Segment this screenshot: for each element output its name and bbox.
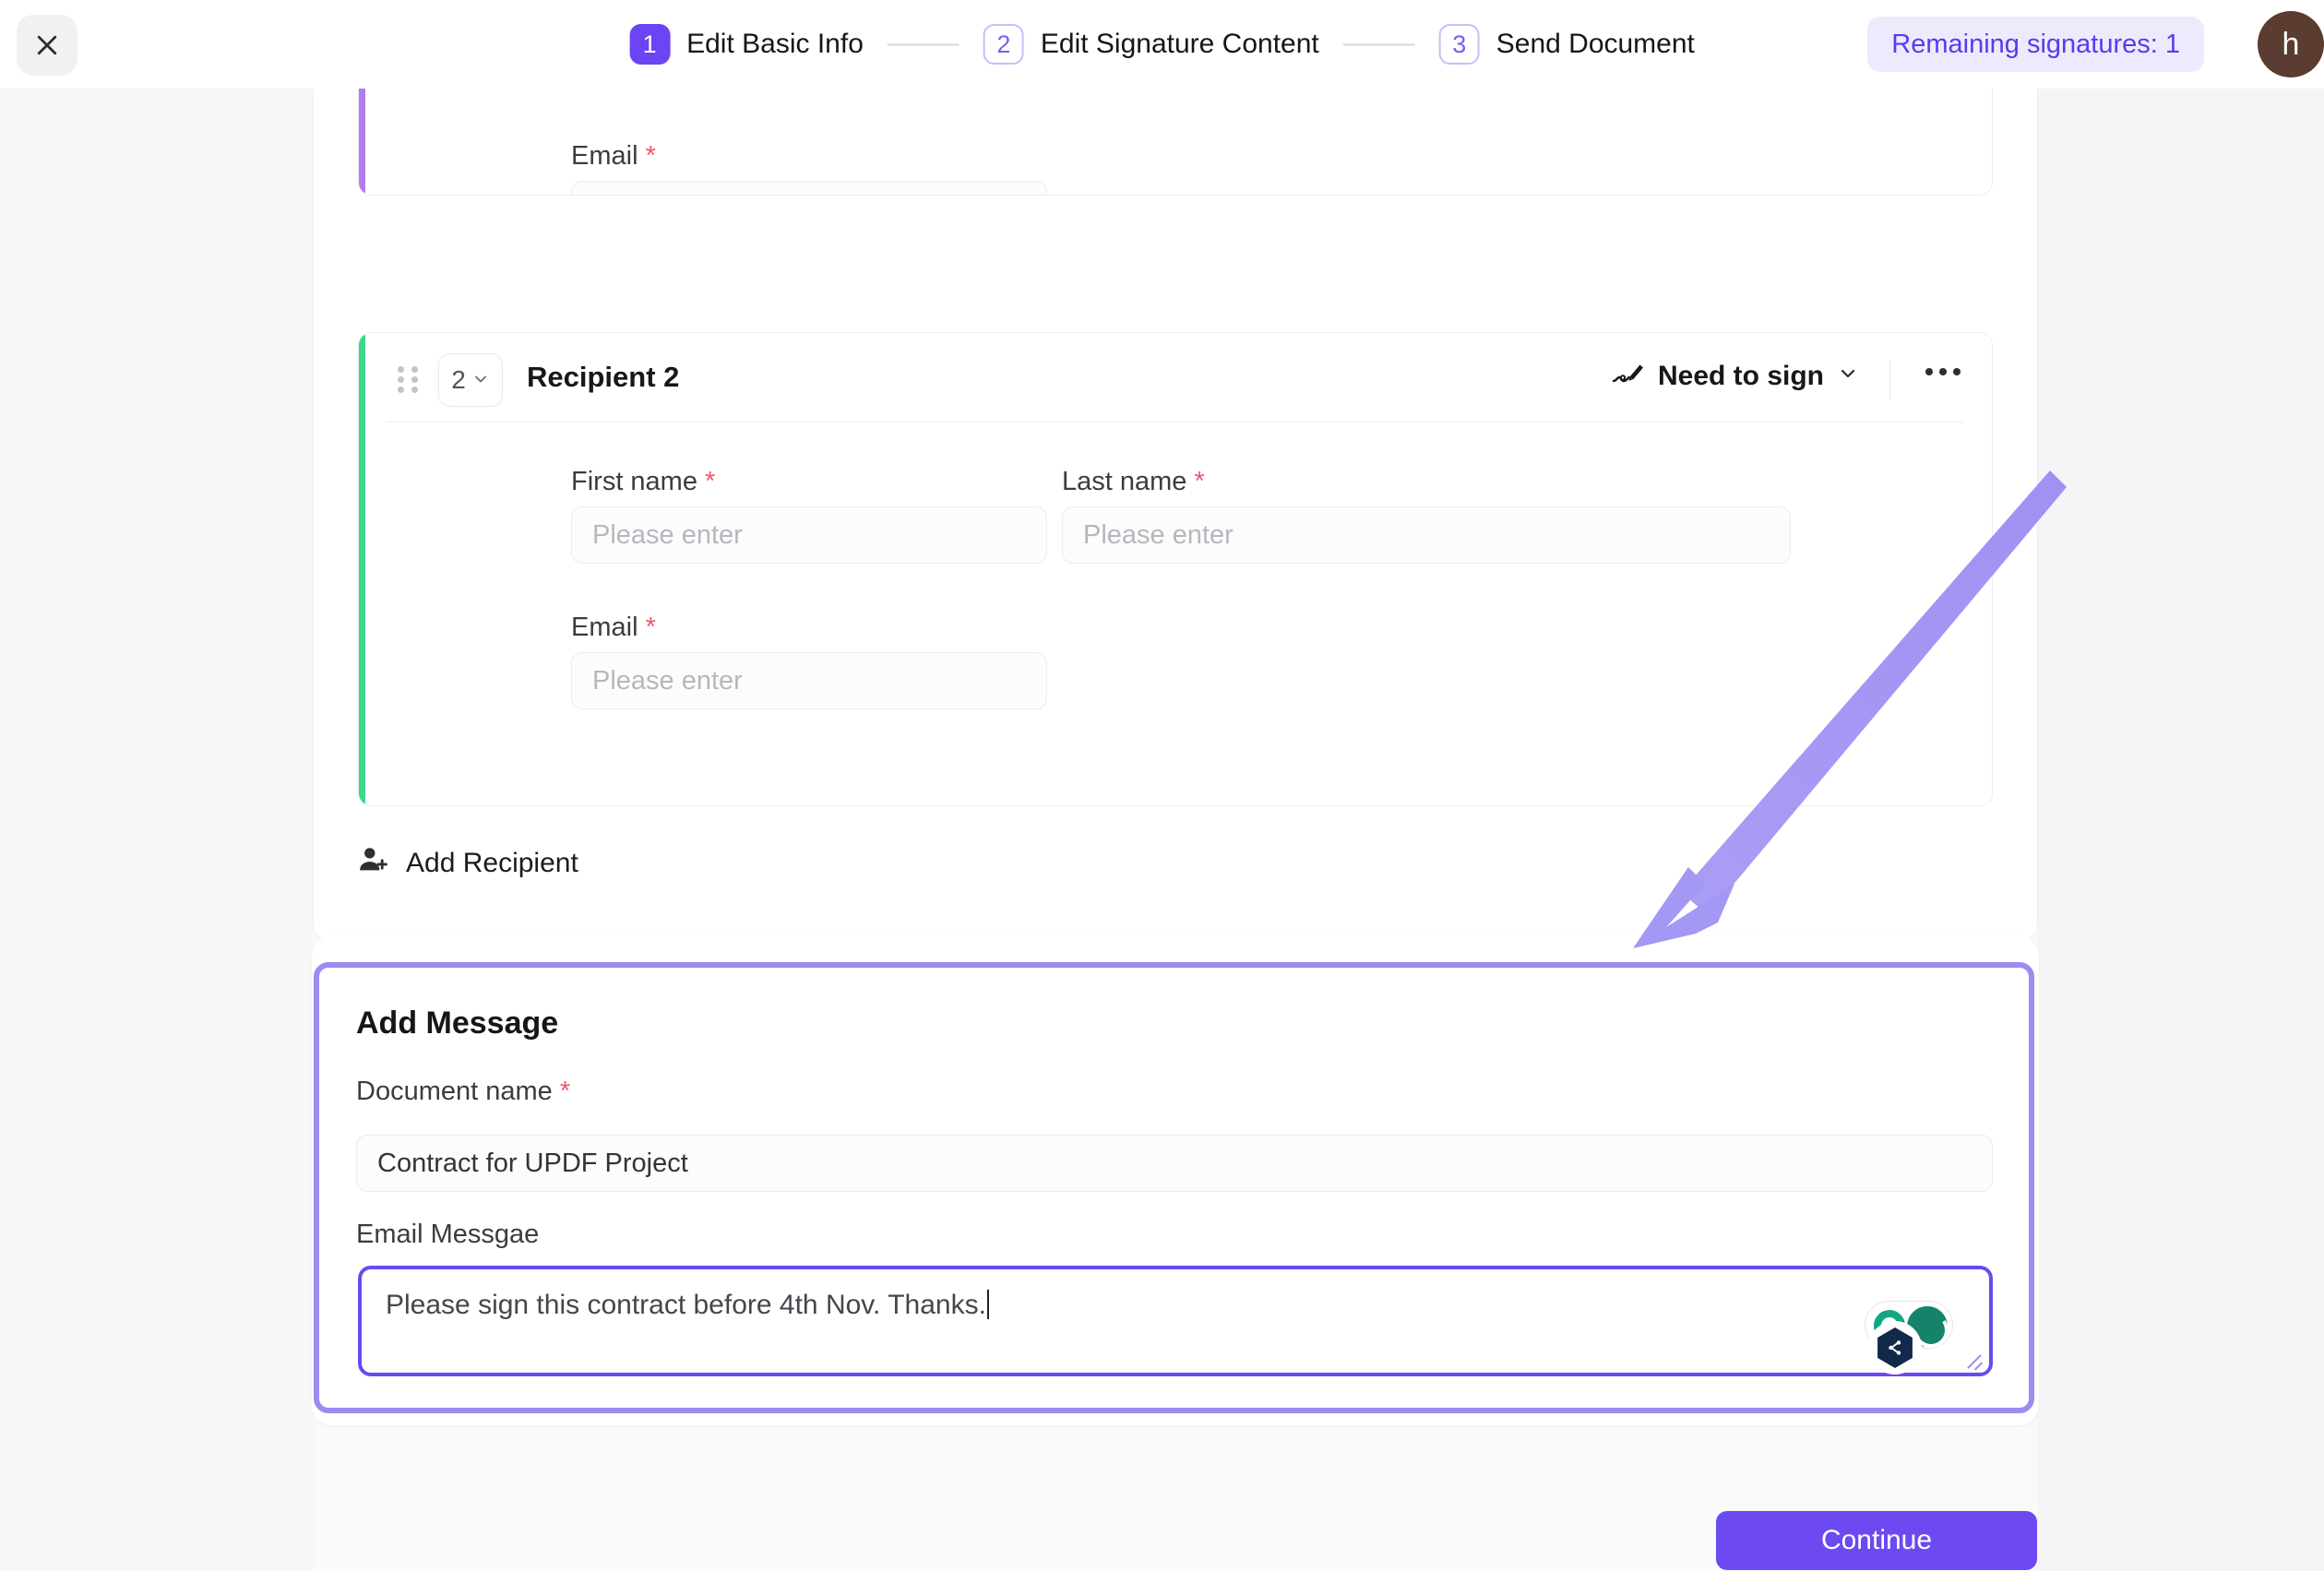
user-plus-icon	[358, 844, 389, 883]
wizard-stepper: 1 Edit Basic Info 2 Edit Signature Conte…	[629, 0, 1695, 89]
required-asterisk: *	[559, 1077, 571, 1106]
add-recipient-button[interactable]: Add Recipient	[358, 844, 578, 883]
recipient-2-header: 2 Recipient 2 Need to sign	[359, 333, 1992, 422]
add-message-title: Add Message	[356, 1006, 559, 1041]
wizard-step-2[interactable]: 2 Edit Signature Content	[983, 24, 1319, 65]
drag-handle-icon[interactable]	[398, 366, 418, 394]
step-2-label: Edit Signature Content	[1040, 29, 1319, 59]
recipient-2-block: 2 Recipient 2 Need to sign First name * …	[358, 332, 1993, 806]
textarea-resize-handle[interactable]	[1963, 1347, 1984, 1367]
recipient-2-email-input[interactable]: Please enter	[571, 652, 1047, 709]
recipient-1-email-label: Email *	[571, 141, 656, 171]
step-separator-2	[1342, 42, 1415, 46]
recipient-2-role-select[interactable]: Need to sign	[1612, 359, 1859, 394]
recipients-card: Email * rachel@updf.com 2	[314, 0, 2037, 943]
recipient-2-order-value: 2	[451, 365, 466, 394]
required-asterisk: *	[645, 613, 656, 642]
document-name-label: Document name *	[356, 1077, 571, 1106]
recipient-2-first-name-label: First name *	[571, 467, 716, 496]
required-asterisk: *	[645, 141, 656, 171]
wizard-header: 1 Edit Basic Info 2 Edit Signature Conte…	[0, 0, 2324, 89]
step-separator-1	[887, 42, 959, 46]
continue-button[interactable]: Continue	[1716, 1511, 2037, 1570]
recipient-2-last-name-label: Last name *	[1062, 467, 1205, 496]
avatar[interactable]: h	[2258, 11, 2324, 77]
close-button[interactable]	[17, 15, 77, 76]
chevron-down-icon	[1837, 361, 1859, 392]
step-3-number: 3	[1438, 24, 1480, 65]
page-background-left	[0, 89, 314, 1571]
step-1-number: 1	[629, 24, 671, 65]
page-background-right	[2037, 89, 2324, 1571]
recipient-2-first-name-input[interactable]: Please enter	[571, 506, 1047, 564]
recipient-1-email-input[interactable]: rachel@updf.com	[571, 181, 1047, 195]
step-2-number: 2	[983, 24, 1024, 65]
recipient-2-section-divider	[387, 422, 1964, 423]
signature-pen-icon	[1612, 359, 1645, 394]
recipient-2-role-label: Need to sign	[1657, 361, 1824, 391]
recipient-2-order-select[interactable]: 2	[438, 353, 503, 407]
email-message-label: Email Messgae	[356, 1220, 540, 1249]
recipient-2-title: Recipient 2	[527, 361, 680, 393]
email-message-textarea[interactable]: Please sign this contract before 4th Nov…	[358, 1266, 1993, 1376]
chevron-down-icon	[471, 365, 490, 395]
header-divider	[1889, 361, 1890, 399]
recipient-2-more-button[interactable]	[1925, 368, 1961, 375]
close-icon	[33, 31, 61, 59]
wizard-step-1[interactable]: 1 Edit Basic Info	[629, 24, 864, 65]
required-asterisk: *	[1194, 467, 1205, 496]
signature-wizard-page: 1 Edit Basic Info 2 Edit Signature Conte…	[0, 0, 2324, 1571]
remaining-signatures-badge[interactable]: Remaining signatures: 1	[1867, 17, 2204, 72]
add-recipient-label: Add Recipient	[406, 848, 578, 878]
required-asterisk: *	[705, 467, 716, 496]
step-3-label: Send Document	[1496, 29, 1695, 59]
grammarly-widget-icon[interactable]	[1859, 1291, 1961, 1379]
text-cursor	[986, 1290, 989, 1319]
recipient-2-last-name-input[interactable]: Please enter	[1062, 506, 1791, 564]
widget-hex-badge	[1868, 1321, 1922, 1375]
recipient-2-email-label: Email *	[571, 613, 656, 642]
email-message-value: Please sign this contract before 4th Nov…	[386, 1290, 986, 1320]
document-name-input[interactable]: Contract for UPDF Project	[356, 1135, 1993, 1192]
wizard-step-3[interactable]: 3 Send Document	[1438, 24, 1695, 65]
step-1-label: Edit Basic Info	[686, 29, 864, 59]
